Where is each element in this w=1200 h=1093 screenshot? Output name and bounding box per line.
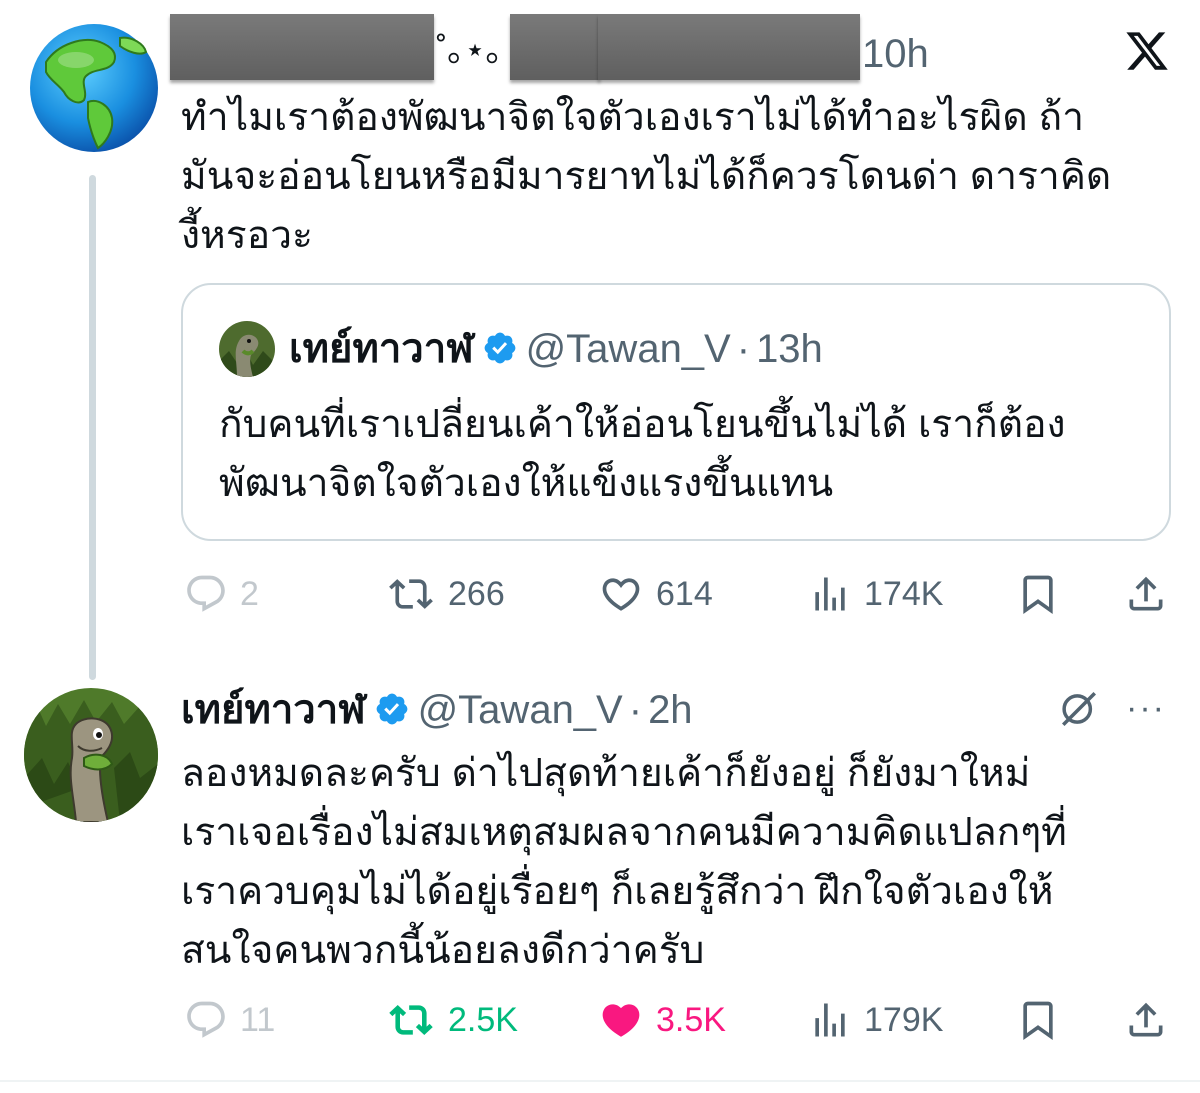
quote-text-line: พัฒนาจิตใจตัวเองให้แข็งแรงขึ้นแทน — [219, 462, 834, 505]
tweet-text-line: เราควบคุมไม่ได้อยู่เรื่อยๆ ก็เลยรู้สึกว่… — [181, 870, 1054, 913]
divider — [0, 1080, 1200, 1082]
bookmark-button[interactable] — [1016, 998, 1060, 1042]
views-count: 174K — [864, 574, 944, 613]
reply-icon — [187, 575, 225, 612]
repost-icon — [389, 1004, 433, 1036]
tweet-header: เทย์ทาวาฬ @Tawan_V · 2h — [181, 686, 693, 738]
like-count: 3.5K — [656, 1000, 726, 1039]
quote-display-name[interactable]: เทย์ทาวาฬ — [289, 327, 474, 371]
tweet-time[interactable]: 10h — [862, 30, 929, 78]
avatar[interactable] — [28, 22, 160, 154]
share-button[interactable] — [1124, 998, 1168, 1042]
reply-count: 11 — [240, 1000, 276, 1039]
views-button[interactable]: 179K — [808, 998, 943, 1042]
thread-connector-line — [89, 175, 96, 680]
display-name[interactable]: เทย์ทาวาฬ — [181, 688, 366, 732]
bookmark-button[interactable] — [1016, 572, 1060, 616]
dinosaur-avatar-icon — [219, 321, 275, 377]
tweet-text: ลองหมดละครับ ด่าไปสุดท้ายเค้าก็ยังอยู่ ก… — [181, 744, 1067, 980]
reply-count: 2 — [240, 574, 259, 613]
share-icon — [1129, 576, 1163, 611]
like-button[interactable]: 3.5K — [598, 998, 726, 1042]
tweet-text-line: ทำไมเราต้องพัฒนาจิตใจตัวเองเราไม่ได้ทำอะ… — [181, 96, 1084, 139]
bookmark-icon — [1023, 1001, 1053, 1041]
repost-count: 266 — [448, 574, 505, 613]
quote-text-line: กับคนที่เราเปลี่ยนเค้าให้อ่อนโยนขึ้นไม่ไ… — [219, 403, 1066, 446]
like-count: 614 — [656, 574, 713, 613]
redacted-handle-2 — [598, 14, 860, 80]
repost-icon — [389, 579, 433, 609]
redacted-display-name — [170, 14, 434, 80]
separator-dot: · — [736, 327, 751, 371]
share-icon — [1129, 1002, 1163, 1037]
globe-avatar-icon — [30, 24, 158, 152]
verified-badge-icon — [482, 329, 518, 377]
views-icon — [815, 1003, 845, 1037]
reply-button[interactable]: 2 — [184, 572, 259, 616]
reply-icon — [187, 1001, 225, 1038]
verified-badge-icon — [374, 690, 410, 738]
tweet-text-line: มันจะอ่อนโยนหรือมีมารยาทไม่ได้ก็ควรโดนด่… — [181, 155, 1112, 198]
handle[interactable]: @Tawan_V — [418, 688, 623, 732]
avatar[interactable] — [24, 688, 158, 822]
views-icon — [815, 577, 845, 611]
like-icon — [602, 578, 640, 611]
redacted-handle — [510, 14, 600, 80]
separator-dot: · — [628, 688, 643, 732]
like-icon — [602, 1004, 640, 1037]
grok-icon[interactable] — [1058, 688, 1100, 730]
repost-count: 2.5K — [448, 1000, 518, 1039]
quote-header: เทย์ทาวาฬ @Tawan_V · 13h — [289, 325, 823, 377]
x-logo-icon[interactable] — [1124, 28, 1170, 74]
views-count: 179K — [864, 1000, 944, 1039]
tweet-time[interactable]: 2h — [648, 688, 693, 732]
tweet-text-line: สนใจคนพวกนี้น้อยลงดีกว่าครับ — [181, 929, 705, 972]
tweet-text: ทำไมเราต้องพัฒนาจิตใจตัวเองเราไม่ได้ทำอะ… — [181, 88, 1111, 265]
tweet-text-line: ลองหมดละครับ ด่าไปสุดท้ายเค้าก็ยังอยู่ ก… — [181, 752, 1031, 795]
tweet-text-line: งี้หรอวะ — [181, 214, 313, 257]
quote-avatar — [219, 321, 275, 377]
username-decoration: ˚｡⋆｡ — [436, 31, 503, 69]
tweet-text-line: เราเจอเรื่องไม่สมเหตุสมผลจากคนมีความคิดแ… — [181, 811, 1067, 854]
repost-button[interactable]: 2.5K — [386, 998, 518, 1042]
like-button[interactable]: 614 — [598, 572, 713, 616]
repost-button[interactable]: 266 — [386, 572, 505, 616]
quote-time[interactable]: 13h — [756, 327, 823, 371]
share-button[interactable] — [1124, 572, 1168, 616]
bookmark-icon — [1023, 575, 1053, 615]
quote-handle[interactable]: @Tawan_V — [526, 327, 731, 371]
quote-text: กับคนที่เราเปลี่ยนเค้าให้อ่อนโยนขึ้นไม่ไ… — [219, 395, 1066, 513]
views-button[interactable]: 174K — [808, 572, 943, 616]
reply-button[interactable]: 11 — [184, 998, 275, 1042]
more-icon[interactable]: ··· — [1126, 690, 1166, 726]
dinosaur-avatar-icon — [24, 688, 158, 822]
quoted-tweet-card[interactable]: เทย์ทาวาฬ @Tawan_V · 13h กับคนที่เราเปลี่ยน… — [181, 283, 1171, 541]
